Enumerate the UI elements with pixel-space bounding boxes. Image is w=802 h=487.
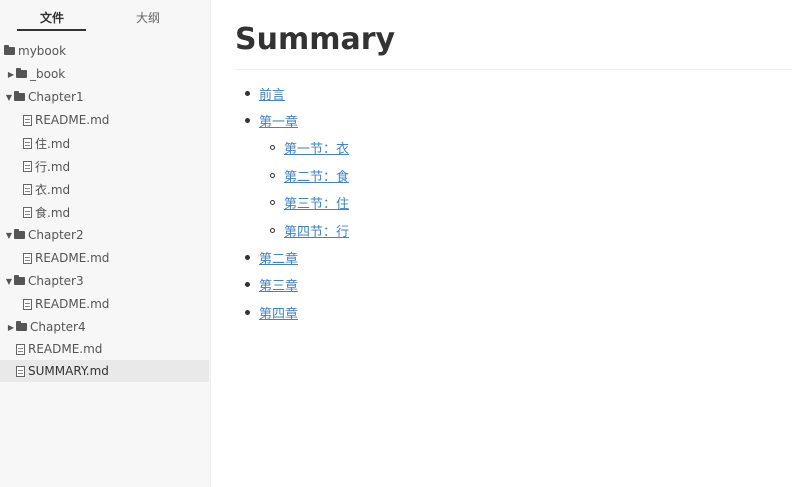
tree-item-label: 食.md — [35, 205, 71, 220]
tree-item-chapter3[interactable]: ▼ Chapter3 — [0, 270, 209, 292]
toc-subitem: 第二节：食 — [270, 165, 349, 185]
toc-link[interactable]: 第二章 — [259, 248, 298, 267]
bullet-disc-icon — [245, 254, 250, 260]
file-icon — [16, 365, 25, 377]
tree-item-yi[interactable]: 衣.md — [0, 178, 209, 200]
tree-item-chapter1-readme[interactable]: README.md — [0, 109, 209, 131]
active-tab-indicator — [17, 29, 86, 31]
toc-subitem: 第一节：衣 — [270, 137, 349, 157]
bullet-circle-icon — [270, 172, 275, 178]
toc-link[interactable]: 第四节：行 — [284, 221, 349, 240]
file-icon — [23, 183, 32, 195]
tree-item-chapter2[interactable]: ▼ Chapter2 — [0, 224, 209, 246]
tree-item-label: mybook — [18, 44, 67, 58]
bullet-circle-icon — [270, 199, 275, 205]
folder-icon — [4, 45, 15, 55]
bullet-circle-icon — [270, 144, 275, 150]
tree-item-label: 衣.md — [35, 182, 71, 197]
file-icon — [23, 252, 32, 264]
bullet-disc-icon — [245, 117, 250, 123]
tree-item-label: _book — [30, 67, 66, 81]
tree-item-mybook[interactable]: mybook — [0, 40, 209, 62]
folder-icon — [14, 229, 25, 239]
tree-item-chapter1[interactable]: ▼ Chapter1 — [0, 86, 209, 108]
editor-pane: Summary 前言 第一章 第一节：衣 第二节：食 第三节：住 第四节：行 第… — [211, 0, 802, 487]
tree-item-book[interactable]: ▶ _book — [0, 63, 209, 85]
toc-link[interactable]: 第一节：衣 — [284, 138, 349, 157]
bullet-disc-icon — [245, 90, 250, 96]
tree-item-label: Chapter2 — [28, 228, 84, 242]
tree-item-label: README.md — [35, 251, 110, 265]
toc-link[interactable]: 前言 — [259, 84, 285, 103]
tab-outline[interactable]: 大纲 — [120, 9, 176, 26]
tree-item-label: Chapter4 — [30, 320, 86, 334]
title-divider — [235, 69, 792, 70]
toc-item: 第一章 — [245, 110, 298, 130]
sidebar-tabs: 文件 大纲 — [0, 0, 210, 36]
bullet-disc-icon — [245, 281, 250, 287]
caret-down-icon[interactable]: ▼ — [4, 231, 14, 240]
tree-item-chapter4[interactable]: ▶ Chapter4 — [0, 316, 209, 338]
tree-item-label: SUMMARY.md — [28, 364, 109, 378]
file-icon — [23, 206, 32, 218]
tree-item-zhu[interactable]: 住.md — [0, 132, 209, 154]
caret-down-icon[interactable]: ▼ — [4, 93, 14, 102]
tree-item-label: README.md — [28, 342, 103, 356]
tree-item-shi[interactable]: 食.md — [0, 201, 209, 223]
tree-item-label: Chapter1 — [28, 90, 84, 104]
file-icon — [23, 298, 32, 310]
file-icon — [16, 343, 25, 355]
bullet-disc-icon — [245, 309, 250, 315]
toc-subitem: 第三节：住 — [270, 192, 349, 212]
tree-item-chapter3-readme[interactable]: README.md — [0, 293, 209, 315]
toc-link[interactable]: 第三章 — [259, 275, 298, 294]
toc-link[interactable]: 第二节：食 — [284, 166, 349, 185]
tree-item-label: Chapter3 — [28, 274, 84, 288]
file-icon — [23, 137, 32, 149]
folder-icon — [16, 321, 27, 331]
tree-item-root-readme[interactable]: README.md — [0, 338, 209, 360]
file-icon — [23, 114, 32, 126]
folder-icon — [14, 91, 25, 101]
tree-item-chapter2-readme[interactable]: README.md — [0, 247, 209, 269]
toc-link[interactable]: 第一章 — [259, 111, 298, 130]
toc-item: 第四章 — [245, 302, 298, 322]
toc-item: 第二章 — [245, 247, 298, 267]
tree-item-summary[interactable]: SUMMARY.md — [0, 360, 209, 382]
caret-down-icon[interactable]: ▼ — [4, 277, 14, 286]
toc-item: 前言 — [245, 83, 285, 103]
toc-link[interactable]: 第三节：住 — [284, 193, 349, 212]
tree-item-label: README.md — [35, 113, 110, 127]
tree-item-label: README.md — [35, 297, 110, 311]
caret-right-icon[interactable]: ▶ — [6, 323, 16, 332]
tree-item-label: 住.md — [35, 136, 71, 151]
caret-right-icon[interactable]: ▶ — [6, 70, 16, 79]
sidebar: 文件 大纲 mybook ▶ _book ▼ Chapter1 README.m… — [0, 0, 211, 487]
bullet-circle-icon — [270, 227, 275, 233]
toc-subitem: 第四节：行 — [270, 220, 349, 240]
folder-icon — [14, 275, 25, 285]
toc-item: 第三章 — [245, 274, 298, 294]
document-title: Summary — [235, 22, 396, 57]
toc-link[interactable]: 第四章 — [259, 303, 298, 322]
tab-files[interactable]: 文件 — [24, 9, 80, 26]
file-icon — [23, 160, 32, 172]
folder-icon — [16, 68, 27, 78]
tree-item-label: 行.md — [35, 159, 71, 174]
tree-item-xing[interactable]: 行.md — [0, 155, 209, 177]
